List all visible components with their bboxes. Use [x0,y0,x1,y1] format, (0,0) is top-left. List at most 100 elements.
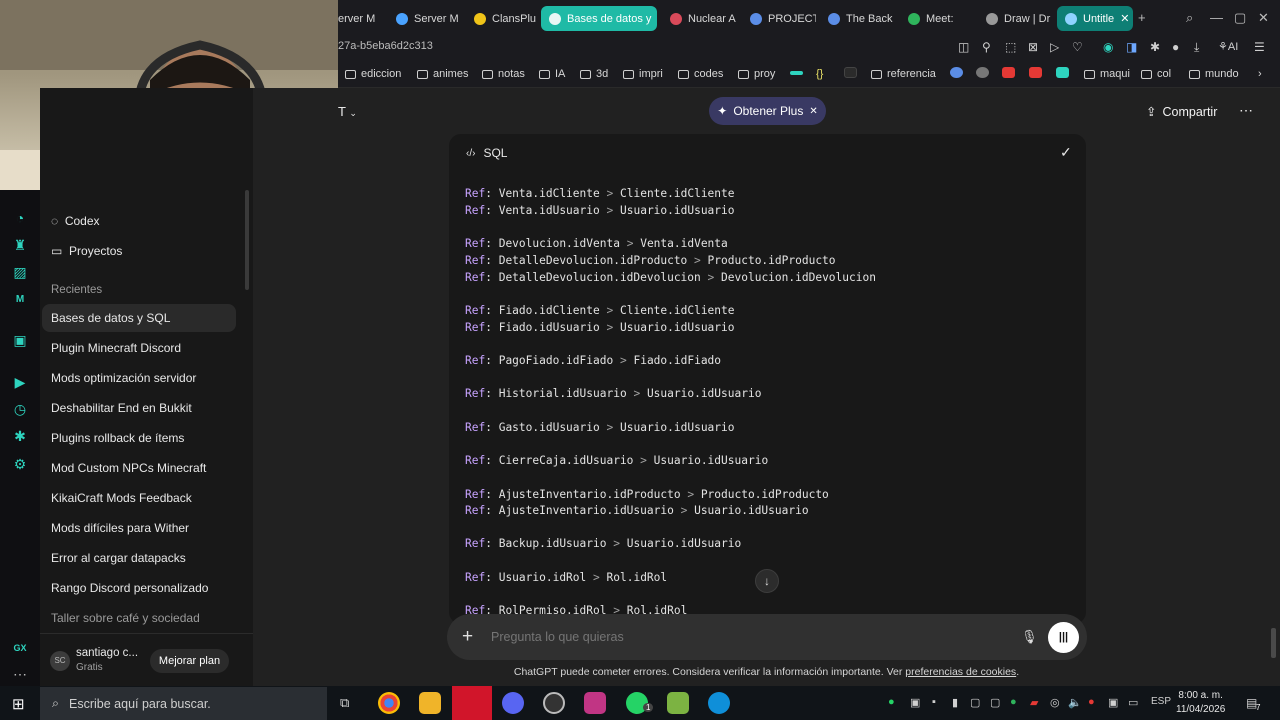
more-bookmarks-icon[interactable]: › [1258,68,1262,80]
get-plus-button[interactable]: ✦ Obtener Plus ✕ [709,97,826,125]
tab-nuclear[interactable]: Nuclear A [662,6,738,31]
file-explorer-icon[interactable] [419,692,441,714]
chat-item[interactable]: Taller sobre café y sociedad [51,611,200,625]
tab-meet[interactable]: Meet: [900,6,974,31]
tray-app-icon[interactable]: ◎ [1050,696,1060,709]
chat-item[interactable]: Mods difíciles para Wither [51,521,189,535]
bookmark-site-icon[interactable] [790,71,803,75]
user-name[interactable]: santiago c... [76,647,138,659]
bookmark-proy[interactable]: proy [738,68,775,80]
chat-item[interactable]: Deshabilitar End en Bukkit [51,401,192,415]
bookmark-site-icon[interactable] [1056,67,1069,78]
more-options-icon[interactable]: ⋯ [1239,102,1253,119]
bookmark-json[interactable]: {} [816,68,823,80]
history-icon[interactable]: ◷ [12,401,28,417]
bookmark-col[interactable]: col [1141,68,1171,80]
notes-icon[interactable]: ▨ [12,264,28,280]
tray-app-icon[interactable]: ▮ [952,696,958,709]
bookmark-referencia[interactable]: referencia [871,68,936,80]
speed-dial-icon[interactable]: ◔ [12,210,28,226]
scroll-down-button[interactable]: ↓ [755,569,779,593]
tab-project[interactable]: PROJECT [742,6,816,31]
bookmark-ia[interactable]: IA [539,68,565,80]
tray-app-icon[interactable]: ▪ [932,696,936,708]
main-scrollbar[interactable] [1271,628,1276,658]
adblock-icon[interactable]: ⊠ [1028,40,1038,54]
play-icon[interactable]: ▷ [1050,40,1059,54]
tray-app-icon[interactable]: ▢ [970,696,980,709]
tray-app-icon[interactable]: ▰ [1030,696,1038,709]
sidebar-toggle-icon[interactable]: ◫ [958,40,969,54]
close-tab-icon[interactable]: ✕ [1120,12,1129,25]
pin-icon[interactable]: ⚲ [982,40,991,54]
tray-app-icon[interactable]: ▢ [990,696,1000,709]
tray-whatsapp-icon[interactable]: ● [888,696,895,708]
taskbar-search[interactable]: ⌕ Escribe aquí para buscar. [40,687,327,720]
bookmark-codes[interactable]: codes [678,68,723,80]
attach-plus-icon[interactable]: + [462,626,473,648]
taskbar-clock[interactable]: 8:00 a. m. 11/04/2026 [1176,689,1225,717]
upgrade-plan-button[interactable]: Mejorar plan [150,649,229,673]
ai-button[interactable]: ⚘AI [1218,40,1238,53]
chat-item[interactable]: Plugin Minecraft Discord [51,341,181,355]
tab-bases-de-datos[interactable]: Bases de datos y [541,6,657,31]
bookmark-animes[interactable]: animes [417,68,468,80]
edge-icon[interactable] [708,692,730,714]
cookie-preferences-link[interactable]: preferencias de cookies [905,666,1016,678]
extensions-icon[interactable]: ✱ [1150,40,1160,54]
chat-item[interactable]: Rango Discord personalizado [51,581,208,595]
player-icon[interactable]: ▶ [12,374,28,390]
bookmark-ediccion[interactable]: ediccion [345,68,401,80]
tab-the-back[interactable]: The Back [820,6,896,31]
sidebar-scrollbar[interactable] [245,190,249,290]
sidebar-item-proyectos[interactable]: ▭ Proyectos [51,244,122,258]
tray-app-icon[interactable]: ● [1010,696,1017,708]
bookmark-maqui[interactable]: maqui [1084,68,1130,80]
tab-draw[interactable]: Draw | Dr [978,6,1052,31]
gx-icon[interactable]: GX [12,640,28,656]
opera-gx-icon[interactable] [452,686,492,720]
obs-icon[interactable] [543,692,565,714]
discord-icon[interactable] [502,692,524,714]
bookmark-mundo[interactable]: mundo [1189,68,1239,80]
check-icon[interactable]: ✓ [1060,144,1072,161]
network-icon[interactable]: ▭ [1128,696,1138,709]
bookmark-3d[interactable]: 3d [580,68,608,80]
close-icon[interactable]: ✕ [809,106,817,117]
share-button[interactable]: ⇪ Compartir [1146,104,1217,120]
address-bar-url[interactable]: 27a-b5eba6d2c313 [338,40,433,52]
model-selector[interactable]: T ⌄ [338,104,357,119]
translate-icon[interactable]: ◨ [1126,40,1137,54]
audio-icon[interactable]: ◉ [1103,40,1113,54]
bookmark-site-icon[interactable] [976,67,989,78]
volume-icon[interactable]: 🔈 [1068,696,1082,709]
tray-app-icon[interactable]: ● [1088,696,1095,708]
minecraft-icon[interactable] [667,692,689,714]
menu-icon[interactable]: ☰ [1254,40,1265,54]
tab-server-2[interactable]: Server M [388,6,460,31]
aria-icon[interactable]: ♜ [12,237,28,253]
chrome-icon[interactable] [378,692,400,714]
task-view-icon[interactable]: ⧉ [340,695,349,711]
app-icon[interactable] [584,692,606,714]
tray-app-icon[interactable]: ▣ [1108,696,1118,709]
voice-mode-button[interactable]: ||| [1048,622,1079,653]
more-dots-icon[interactable]: ⋯ [12,666,28,682]
profile-icon[interactable]: ● [1172,40,1179,54]
microphone-icon[interactable]: 🎙 [1021,629,1038,645]
minimize-icon[interactable]: — [1210,10,1223,25]
search-tabs-icon[interactable]: ⌕ [1186,10,1193,26]
heart-icon[interactable]: ♡ [1072,40,1083,54]
chat-item[interactable]: Error al cargar datapacks [51,551,186,565]
tab-untitled[interactable]: Untitle ✕ [1057,6,1133,31]
settings-gear-icon[interactable]: ⚙ [12,456,28,472]
bookmark-impri[interactable]: impri [623,68,663,80]
prompt-input[interactable] [491,630,991,644]
chat-item[interactable]: Mods optimización servidor [51,371,196,385]
chat-item[interactable]: Plugins rollback de ítems [51,431,184,445]
screenshot-icon[interactable]: ⬚ [1005,40,1016,54]
download-icon[interactable]: ⤓ [1194,40,1199,55]
input-language[interactable]: ESP [1151,696,1171,707]
sidebar-item-codex[interactable]: ◌ Codex [51,214,100,228]
tab-clansplus[interactable]: ClansPlu [466,6,538,31]
